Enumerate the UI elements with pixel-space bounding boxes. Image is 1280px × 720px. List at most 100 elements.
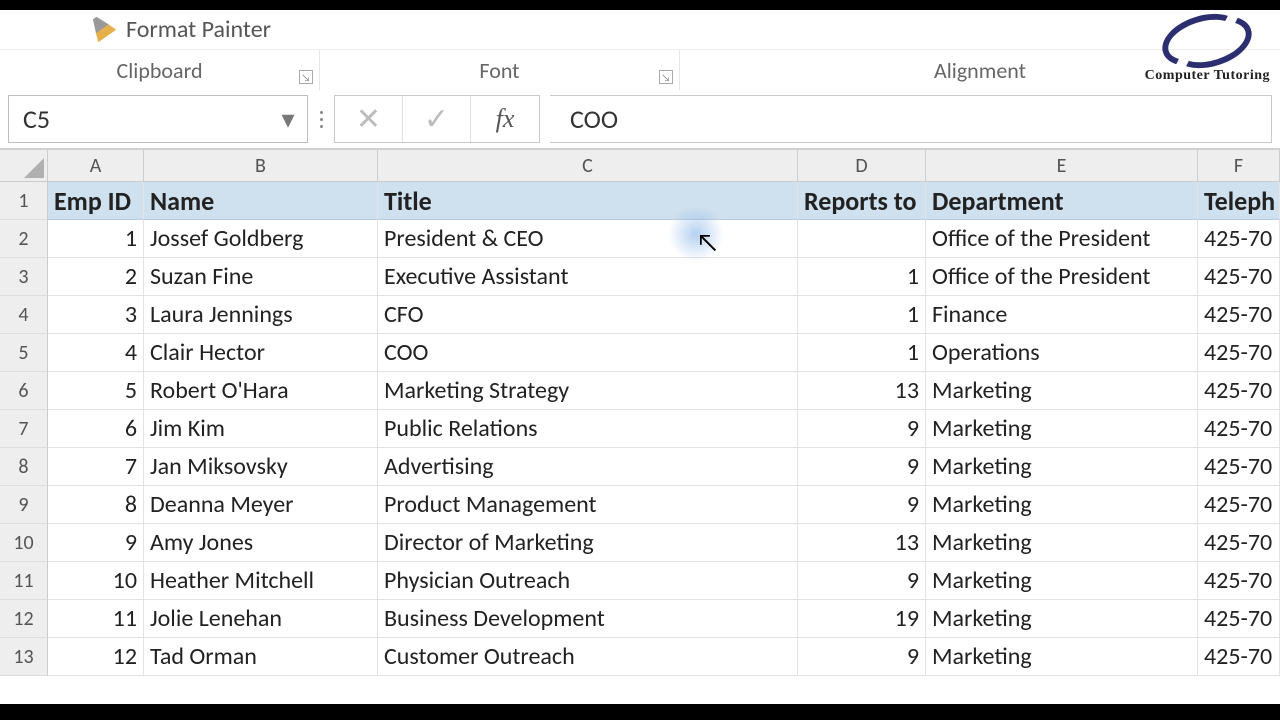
cell[interactable]: 6 <box>48 410 144 448</box>
cell[interactable]: 7 <box>48 448 144 486</box>
cell[interactable]: Jan Miksovsky <box>144 448 378 486</box>
cell[interactable]: Name <box>144 182 378 220</box>
cell[interactable]: 9 <box>798 410 926 448</box>
cell[interactable]: 13 <box>798 524 926 562</box>
cell[interactable]: Clair Hector <box>144 334 378 372</box>
row-header[interactable]: 8 <box>0 448 48 486</box>
cell[interactable]: Jolie Lenehan <box>144 600 378 638</box>
cell[interactable]: 19 <box>798 600 926 638</box>
row-header[interactable]: 9 <box>0 486 48 524</box>
cell[interactable]: Marketing <box>926 638 1198 676</box>
cell[interactable]: 9 <box>798 562 926 600</box>
cell[interactable]: Teleph <box>1198 182 1280 220</box>
cell[interactable]: Marketing <box>926 600 1198 638</box>
cell[interactable]: Advertising <box>378 448 798 486</box>
format-painter-button[interactable]: Format Painter <box>126 15 271 44</box>
cell[interactable]: Heather Mitchell <box>144 562 378 600</box>
cell[interactable]: Executive Assistant <box>378 258 798 296</box>
select-all-corner[interactable] <box>0 150 48 182</box>
cell[interactable]: Public Relations <box>378 410 798 448</box>
cell[interactable]: Amy Jones <box>144 524 378 562</box>
cell[interactable]: 1 <box>798 296 926 334</box>
cell[interactable]: 425-70 <box>1198 448 1280 486</box>
row-header[interactable]: 1 <box>0 182 48 220</box>
cell[interactable]: 13 <box>798 372 926 410</box>
cell[interactable]: Finance <box>926 296 1198 334</box>
row-header[interactable]: 12 <box>0 600 48 638</box>
cell[interactable]: Laura Jennings <box>144 296 378 334</box>
cell[interactable]: 425-70 <box>1198 486 1280 524</box>
cell[interactable]: 9 <box>798 638 926 676</box>
cell[interactable]: 9 <box>798 448 926 486</box>
row-header[interactable]: 3 <box>0 258 48 296</box>
cell[interactable]: President & CEO <box>378 220 798 258</box>
cell[interactable]: 425-70 <box>1198 410 1280 448</box>
cell[interactable]: 3 <box>48 296 144 334</box>
cell[interactable]: Product Management <box>378 486 798 524</box>
cell[interactable] <box>798 220 926 258</box>
cell[interactable]: 1 <box>48 220 144 258</box>
row-header[interactable]: 11 <box>0 562 48 600</box>
formula-input[interactable]: COO <box>550 95 1272 143</box>
cell[interactable]: 1 <box>798 334 926 372</box>
cell[interactable]: Jossef Goldberg <box>144 220 378 258</box>
cell[interactable]: 425-70 <box>1198 600 1280 638</box>
row-header[interactable]: 13 <box>0 638 48 676</box>
cell[interactable]: Title <box>378 182 798 220</box>
cell[interactable]: Director of Marketing <box>378 524 798 562</box>
cell[interactable]: COO <box>378 334 798 372</box>
cell[interactable]: Jim Kim <box>144 410 378 448</box>
row-header[interactable]: 2 <box>0 220 48 258</box>
cell[interactable]: Marketing <box>926 372 1198 410</box>
row-header[interactable]: 6 <box>0 372 48 410</box>
column-header[interactable]: F <box>1198 150 1280 182</box>
cell[interactable]: 425-70 <box>1198 638 1280 676</box>
cell[interactable]: Business Development <box>378 600 798 638</box>
cell[interactable]: Marketing Strategy <box>378 372 798 410</box>
fx-icon[interactable]: fx <box>471 96 539 142</box>
dialog-launcher-icon[interactable]: ↘ <box>299 70 313 84</box>
cell[interactable]: 9 <box>798 486 926 524</box>
column-header[interactable]: B <box>144 150 378 182</box>
row-header[interactable]: 4 <box>0 296 48 334</box>
cell[interactable]: 425-70 <box>1198 296 1280 334</box>
cell[interactable]: Customer Outreach <box>378 638 798 676</box>
column-header[interactable]: C <box>378 150 798 182</box>
cell[interactable]: Deanna Meyer <box>144 486 378 524</box>
cell[interactable]: 11 <box>48 600 144 638</box>
cell[interactable]: Physician Outreach <box>378 562 798 600</box>
spreadsheet-grid[interactable]: A B C D E F 1 Emp ID Name Title Reports … <box>0 150 1280 676</box>
row-header[interactable]: 7 <box>0 410 48 448</box>
cell[interactable]: 5 <box>48 372 144 410</box>
name-box[interactable]: C5 ▾ <box>8 95 308 143</box>
cell[interactable]: 425-70 <box>1198 562 1280 600</box>
cancel-icon[interactable]: ✕ <box>335 96 403 142</box>
column-header[interactable]: E <box>926 150 1198 182</box>
cell[interactable]: Office of the President <box>926 220 1198 258</box>
cell[interactable]: CFO <box>378 296 798 334</box>
cell[interactable]: Tad Orman <box>144 638 378 676</box>
cell[interactable]: 2 <box>48 258 144 296</box>
cell[interactable]: 425-70 <box>1198 258 1280 296</box>
cell[interactable]: Suzan Fine <box>144 258 378 296</box>
cell[interactable]: Operations <box>926 334 1198 372</box>
cell[interactable]: 425-70 <box>1198 372 1280 410</box>
dialog-launcher-icon[interactable]: ↘ <box>659 70 673 84</box>
cell[interactable]: 10 <box>48 562 144 600</box>
cell[interactable]: Department <box>926 182 1198 220</box>
row-header[interactable]: 10 <box>0 524 48 562</box>
cell[interactable]: 425-70 <box>1198 524 1280 562</box>
cell[interactable]: 425-70 <box>1198 334 1280 372</box>
column-header[interactable]: A <box>48 150 144 182</box>
cell[interactable]: Marketing <box>926 448 1198 486</box>
cell[interactable]: Marketing <box>926 410 1198 448</box>
cell[interactable]: Marketing <box>926 562 1198 600</box>
enter-icon[interactable]: ✓ <box>403 96 471 142</box>
cell[interactable]: 1 <box>798 258 926 296</box>
cell[interactable]: Reports to <box>798 182 926 220</box>
cell[interactable]: 12 <box>48 638 144 676</box>
cell[interactable]: Emp ID <box>48 182 144 220</box>
split-handle-icon[interactable] <box>318 111 324 128</box>
cell[interactable]: Robert O'Hara <box>144 372 378 410</box>
cell[interactable]: 425-70 <box>1198 220 1280 258</box>
